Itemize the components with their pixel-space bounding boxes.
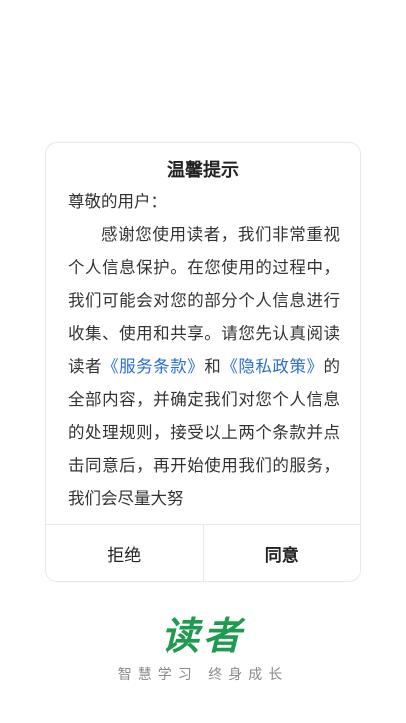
dialog-body[interactable]: 尊敬的用户： 感谢您使用读者，我们非常重视个人信息保护。在您使用的过程中，我们可… [68,189,340,524]
dialog-title: 温馨提示 [167,160,239,181]
privacy-dialog: 温馨提示 尊敬的用户： 感谢您使用读者，我们非常重视个人信息保护。在您使用的过程… [45,142,361,582]
dialog-footer: 拒绝 同意 [46,524,360,581]
notice-text-part1: 感谢您使用读者，我们非常重视个人信息保护。在您使用的过程中，我们可能会对您的部分… [68,225,340,376]
terms-of-service-link[interactable]: 《服务条款》 [102,357,204,376]
splash-screen: 温馨提示 尊敬的用户： 感谢您使用读者，我们非常重视个人信息保护。在您使用的过程… [0,0,406,723]
privacy-notice-text: 感谢您使用读者，我们非常重视个人信息保护。在您使用的过程中，我们可能会对您的部分… [68,218,340,515]
app-slogan: 智慧学习 终身成长 [117,667,289,683]
reject-button[interactable]: 拒绝 [46,525,203,581]
privacy-policy-link[interactable]: 《隐私政策》 [221,357,323,376]
notice-text-part2: 的全部内容，并确定我们对您个人信息的处理规则，接受以上两个条款并点击同意后，再开… [68,357,340,508]
app-logo: 读者 [160,613,245,658]
notice-text-and: 和 [204,357,222,376]
salutation: 尊敬的用户： [68,192,167,211]
brand-footer: 读者 智慧学习 终身成长 [0,612,406,684]
agree-button[interactable]: 同意 [202,525,360,581]
